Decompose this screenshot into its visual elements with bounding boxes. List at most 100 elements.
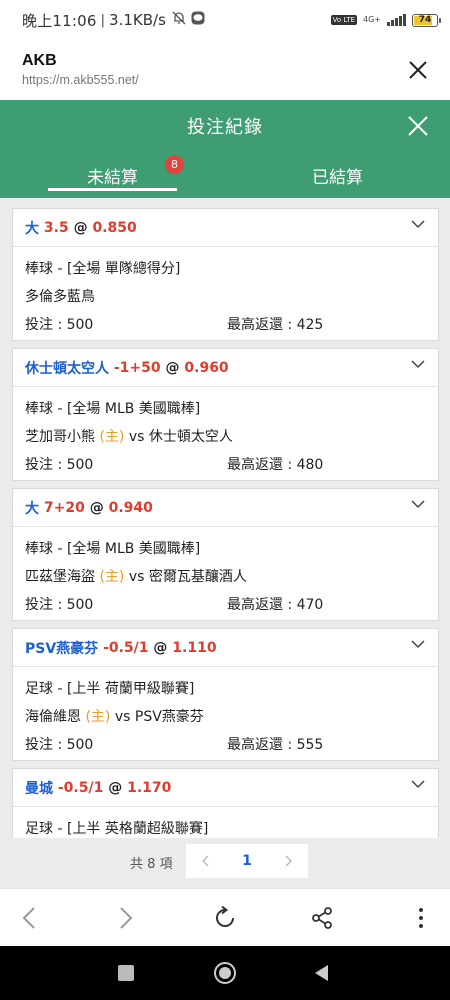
bet-at: @: [89, 499, 104, 516]
chevron-down-icon[interactable]: [410, 217, 426, 231]
pager-current-page[interactable]: 1: [227, 844, 268, 878]
vs-label: vs: [114, 709, 131, 725]
bet-card[interactable]: 休士頓太空人 -1+50 @ 0.960 棒球 - [全場 MLB 美國職棒] …: [12, 348, 439, 481]
bet-card-header[interactable]: 休士頓太空人 -1+50 @ 0.960: [13, 349, 438, 387]
bet-max-return: 最高返還 : 480: [227, 457, 324, 473]
bet-stake: 投注 : 500: [25, 457, 94, 473]
site-url: https://m.akb555.net/: [22, 73, 139, 87]
chevron-down-icon[interactable]: [410, 357, 426, 371]
bet-stake: 投注 : 500: [25, 317, 94, 333]
battery-icon: 74: [412, 13, 441, 27]
chevron-down-icon[interactable]: [410, 497, 426, 511]
reload-icon[interactable]: [212, 905, 238, 931]
back-triangle-icon[interactable]: [312, 963, 332, 983]
bet-list[interactable]: 大 3.5 @ 0.850 棒球 - [全場 單隊總得分] 多倫多藍鳥 投注 :…: [0, 198, 450, 888]
bet-handicap: 3.5: [43, 219, 69, 236]
bet-league: 足球 - [上半 英格蘭超級聯賽]: [25, 821, 209, 837]
bet-league: 棒球 - [全場 MLB 美國職棒]: [25, 401, 201, 417]
bet-handicap: 7+20: [43, 499, 85, 516]
signal-icon: [387, 14, 406, 26]
bet-team-home: 芝加哥小熊: [25, 429, 95, 445]
bet-at: @: [165, 359, 180, 376]
tab-bar: 未結算 8 已結算: [0, 152, 450, 198]
bet-team-away: 休士頓太空人: [148, 429, 233, 445]
site-title: AKB: [22, 52, 57, 69]
tab-unsettled[interactable]: 未結算 8: [0, 152, 225, 198]
battery-level: 74: [418, 15, 432, 25]
share-icon[interactable]: [309, 905, 335, 931]
bet-card[interactable]: 曼城 -0.5/1 @ 1.170 足球 - [上半 英格蘭超級聯賽]: [12, 768, 439, 838]
bet-handicap: -0.5/1: [103, 639, 149, 656]
bet-odds: 1.170: [127, 779, 172, 796]
bet-selection: 大: [25, 500, 39, 517]
bet-card[interactable]: PSV燕豪芬 -0.5/1 @ 1.110 足球 - [上半 荷蘭甲級聯賽] 海…: [12, 628, 439, 761]
unsettled-count-badge: 8: [165, 154, 184, 174]
bet-matchup: 海倫維恩 (主) vs PSV燕豪芬: [25, 703, 426, 731]
pagination: 共 8 項 1: [0, 844, 450, 880]
bet-team-away: PSV燕豪芬: [134, 709, 204, 725]
browser-close-icon[interactable]: [406, 58, 430, 82]
bet-matchup: 芝加哥小熊 (主) vs 休士頓太空人: [25, 423, 426, 451]
pager-total: 共 8 項: [130, 857, 173, 872]
bet-team-home: 匹茲堡海盜: [25, 569, 95, 585]
bet-max-return: 最高返還 : 555: [227, 737, 324, 753]
bet-league: 棒球 - [全場 MLB 美國職棒]: [25, 541, 201, 557]
forward-arrow-icon[interactable]: [112, 905, 138, 931]
bet-league: 棒球 - [全場 單隊總得分]: [25, 261, 181, 277]
bet-card-header[interactable]: PSV燕豪芬 -0.5/1 @ 1.110: [13, 629, 438, 667]
modal-title: 投注紀錄: [187, 117, 263, 138]
network-type: 4G+: [363, 15, 381, 24]
bet-card-header[interactable]: 曼城 -0.5/1 @ 1.170: [13, 769, 438, 807]
bet-max-return: 最高返還 : 470: [227, 597, 324, 613]
bet-at: @: [108, 779, 123, 796]
bet-at: @: [73, 219, 88, 236]
tab-settled[interactable]: 已結算: [225, 152, 450, 198]
bet-odds: 0.850: [92, 219, 137, 236]
bet-league: 足球 - [上半 荷蘭甲級聯賽]: [25, 681, 195, 697]
pager-controls: 1: [186, 844, 308, 878]
home-marker: (主): [99, 569, 125, 585]
back-arrow-icon[interactable]: [17, 905, 43, 931]
bet-team: 多倫多藍鳥: [25, 289, 95, 305]
bet-selection: PSV燕豪芬: [25, 640, 99, 657]
bet-odds: 1.110: [172, 639, 217, 656]
home-marker: (主): [99, 429, 125, 445]
more-menu-icon[interactable]: [408, 905, 434, 931]
vs-label: vs: [128, 429, 145, 445]
bet-selection: 曼城: [25, 780, 53, 797]
browser-header: AKB https://m.akb555.net/: [0, 40, 450, 100]
chevron-down-icon[interactable]: [410, 777, 426, 791]
browser-toolbar: [0, 888, 450, 946]
tab-unsettled-label: 未結算: [87, 167, 138, 188]
chevron-down-icon[interactable]: [410, 637, 426, 651]
bet-stake: 投注 : 500: [25, 737, 94, 753]
bet-max-return: 最高返還 : 425: [227, 317, 324, 333]
bet-team-home: 海倫維恩: [25, 709, 81, 725]
bet-team-away: 密爾瓦基釀酒人: [148, 569, 247, 585]
bet-odds: 0.960: [184, 359, 229, 376]
bell-off-icon: [172, 11, 186, 29]
bet-selection: 大: [25, 220, 39, 237]
volte-icon: Vo LTE: [330, 15, 357, 25]
system-nav-bar: [0, 946, 450, 1000]
bet-at: @: [153, 639, 168, 656]
modal-close-icon[interactable]: [406, 114, 430, 138]
line-app-icon: [191, 11, 205, 29]
net-speed: 3.1KB/s: [109, 11, 166, 29]
bet-card-header[interactable]: 大 3.5 @ 0.850: [13, 209, 438, 247]
bet-card-header[interactable]: 大 7+20 @ 0.940: [13, 489, 438, 527]
pager-next-icon[interactable]: [267, 844, 308, 878]
recents-icon[interactable]: [118, 965, 134, 981]
modal-header: 投注紀錄: [0, 100, 450, 152]
tab-settled-label: 已結算: [312, 167, 363, 188]
vs-label: vs: [128, 569, 145, 585]
bet-card[interactable]: 大 7+20 @ 0.940 棒球 - [全場 MLB 美國職棒] 匹茲堡海盜 …: [12, 488, 439, 621]
pager-prev-icon[interactable]: [186, 844, 227, 878]
bet-card[interactable]: 大 3.5 @ 0.850 棒球 - [全場 單隊總得分] 多倫多藍鳥 投注 :…: [12, 208, 439, 341]
home-icon[interactable]: [213, 961, 237, 985]
bet-matchup: 匹茲堡海盜 (主) vs 密爾瓦基釀酒人: [25, 563, 426, 591]
bet-stake: 投注 : 500: [25, 597, 94, 613]
status-bar: 晚上11:06 | 3.1KB/s Vo LTE 4G+ 74: [0, 0, 450, 40]
bet-odds: 0.940: [108, 499, 153, 516]
bet-handicap: -0.5/1: [57, 779, 104, 796]
